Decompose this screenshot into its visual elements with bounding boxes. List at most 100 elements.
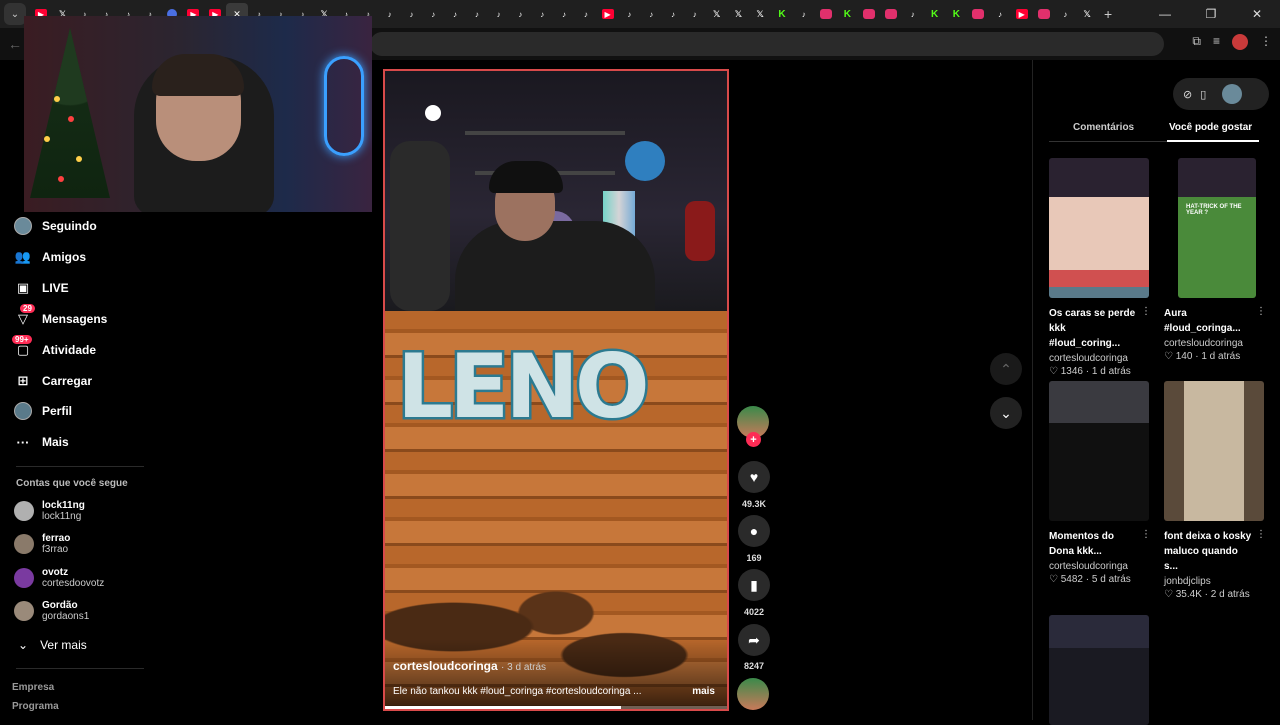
browser-tab[interactable]: ♪ [793, 3, 815, 25]
browser-tab[interactable]: ♪ [531, 3, 553, 25]
ig-favicon-icon [1037, 9, 1050, 19]
recommended-video-card[interactable]: ⋮ Os caras se perde kkk #loud_coring... … [1049, 158, 1151, 377]
profile-avatar-icon[interactable] [1232, 34, 1248, 50]
browser-tab[interactable]: ▶ [1011, 3, 1033, 25]
browser-tab[interactable]: 𝕏 [749, 3, 771, 25]
browser-tab[interactable]: ♪ [422, 3, 444, 25]
video-author[interactable]: cortesloudcoringa [1164, 338, 1266, 349]
browser-tab[interactable]: K [771, 3, 793, 25]
account-name: ovotz [42, 567, 69, 578]
browser-tab[interactable]: ♪ [553, 3, 575, 25]
browser-tab[interactable]: ♪ [466, 3, 488, 25]
video-thumbnail[interactable]: HAT-TRICK OF THE YEAR ? [1178, 158, 1256, 298]
share-button[interactable]: ➦ [738, 624, 770, 656]
video-author-name[interactable]: cortesloudcoringa [393, 659, 498, 673]
browser-tab[interactable] [815, 3, 837, 25]
browser-tab[interactable] [1033, 3, 1055, 25]
back-icon[interactable]: ← [8, 36, 22, 52]
sidebar-item-mais[interactable]: ··· Mais [14, 433, 69, 451]
browser-tab[interactable]: ♪ [619, 3, 641, 25]
profile-avatar-icon[interactable] [1222, 84, 1243, 104]
browser-tab[interactable]: ♪ [379, 3, 401, 25]
recommended-video-card[interactable]: ⋮ Momentos do Dona kkk... cortesloudcori… [1049, 381, 1151, 585]
like-button[interactable]: ♥ [738, 461, 770, 493]
browser-tab[interactable] [858, 3, 880, 25]
browser-tab[interactable]: K [945, 3, 967, 25]
browser-tab[interactable]: ♪ [510, 3, 532, 25]
comment-button[interactable]: ● [738, 515, 770, 547]
video-thumbnail[interactable] [1164, 381, 1264, 521]
more-options-icon[interactable]: ⋮ [1141, 306, 1151, 317]
next-video-button[interactable]: ⌄ [990, 397, 1022, 429]
browser-tab[interactable]: 𝕏 [728, 3, 750, 25]
video-progress-bar[interactable] [385, 706, 727, 709]
tab-voce-pode-gostar[interactable]: Você pode gostar [1169, 122, 1252, 133]
browser-tab[interactable]: K [924, 3, 946, 25]
recommended-video-card[interactable]: ⋮ font deixa o kosky maluco quando s... … [1164, 381, 1266, 600]
music-disc-avatar[interactable] [737, 678, 769, 710]
avatar [14, 568, 34, 588]
sidebar-item-carregar[interactable]: ⊞ Carregar [14, 372, 92, 390]
browser-tab[interactable]: K [836, 3, 858, 25]
recommended-video-card[interactable]: HAT-TRICK OF THE YEAR ? ⋮ Aura #loud_cor… [1164, 158, 1266, 362]
browser-tab[interactable]: ▶ [597, 3, 619, 25]
tab-search-button[interactable]: ⌄ [4, 3, 26, 25]
sidebar-item-label: LIVE [42, 281, 69, 295]
sidebar-item-amigos[interactable]: 👥 Amigos [14, 248, 86, 266]
save-button[interactable]: ▮ [738, 569, 770, 601]
browser-tab[interactable]: ♪ [575, 3, 597, 25]
extensions-icon[interactable]: ⧉ [1192, 34, 1201, 50]
sidebar-item-live[interactable]: ▣ LIVE [14, 279, 69, 297]
account-item[interactable]: Gordão gordaons1 [14, 600, 89, 622]
menu-icon[interactable]: ⋮ [1260, 34, 1272, 50]
follow-plus-button[interactable]: + [746, 432, 761, 447]
browser-tab[interactable]: ♪ [989, 3, 1011, 25]
share-icon: ➦ [748, 631, 760, 648]
browser-tab[interactable]: ♪ [401, 3, 423, 25]
browser-tab[interactable] [967, 3, 989, 25]
compass-icon[interactable]: ⊘ [1183, 88, 1192, 101]
video-author[interactable]: cortesloudcoringa [1049, 353, 1151, 364]
sidebar-item-seguindo[interactable]: Seguindo [14, 217, 97, 235]
browser-tab[interactable]: 𝕏 [706, 3, 728, 25]
footer-link-empresa[interactable]: Empresa [12, 682, 54, 693]
maximize-button[interactable]: ❐ [1188, 7, 1234, 21]
more-options-icon[interactable]: ⋮ [1256, 529, 1266, 540]
minimize-button[interactable]: — [1142, 7, 1188, 21]
video-thumbnail[interactable] [1049, 381, 1149, 521]
video-thumbnail[interactable] [1049, 615, 1149, 725]
browser-tab[interactable]: ♪ [902, 3, 924, 25]
browser-tab[interactable]: ♪ [444, 3, 466, 25]
close-window-button[interactable]: ✕ [1234, 7, 1280, 21]
browser-tab[interactable]: ♪ [662, 3, 684, 25]
recommended-video-card[interactable] [1049, 615, 1151, 725]
browser-tab[interactable]: ♪ [488, 3, 510, 25]
browser-tab[interactable]: 𝕏 [1076, 3, 1098, 25]
address-bar[interactable] [370, 32, 1164, 56]
video-author[interactable]: cortesloudcoringa · 3 d atrás [393, 659, 546, 673]
video-thumbnail[interactable] [1049, 158, 1149, 298]
video-player[interactable]: LENO cortesloudcoringa · 3 d atrás Ele n… [383, 69, 729, 711]
video-author[interactable]: cortesloudcoringa [1049, 561, 1151, 572]
video-author[interactable]: jonbdjclips [1164, 576, 1266, 587]
sidebar-item-atividade[interactable]: ▢ 99+ Atividade [12, 335, 96, 359]
browser-tab[interactable]: ♪ [684, 3, 706, 25]
account-item[interactable]: lock11ng lock11ng [14, 500, 85, 522]
new-tab-button[interactable]: + [1104, 6, 1112, 22]
browser-tab[interactable]: ♪ [640, 3, 662, 25]
tab-comentarios[interactable]: Comentários [1073, 122, 1134, 133]
more-options-icon[interactable]: ⋮ [1256, 306, 1266, 317]
sidebar-item-perfil[interactable]: Perfil [14, 402, 72, 420]
media-icon[interactable]: ≡ [1213, 34, 1220, 50]
more-button[interactable]: mais [692, 686, 715, 697]
sidebar-item-mensagens[interactable]: ▽ 29 Mensagens [14, 304, 107, 328]
account-item[interactable]: ovotz cortesdoovotz [14, 567, 104, 589]
see-more-button[interactable]: ⌄ Ver mais [18, 638, 87, 652]
phone-icon[interactable]: ▯ [1200, 88, 1206, 101]
more-options-icon[interactable]: ⋮ [1141, 529, 1151, 540]
browser-tab[interactable] [880, 3, 902, 25]
previous-video-button[interactable]: ⌃ [990, 353, 1022, 385]
browser-tab[interactable]: ♪ [1054, 3, 1076, 25]
account-item[interactable]: ferrao f3rrao [14, 533, 70, 555]
footer-link-programa[interactable]: Programa [12, 701, 59, 712]
